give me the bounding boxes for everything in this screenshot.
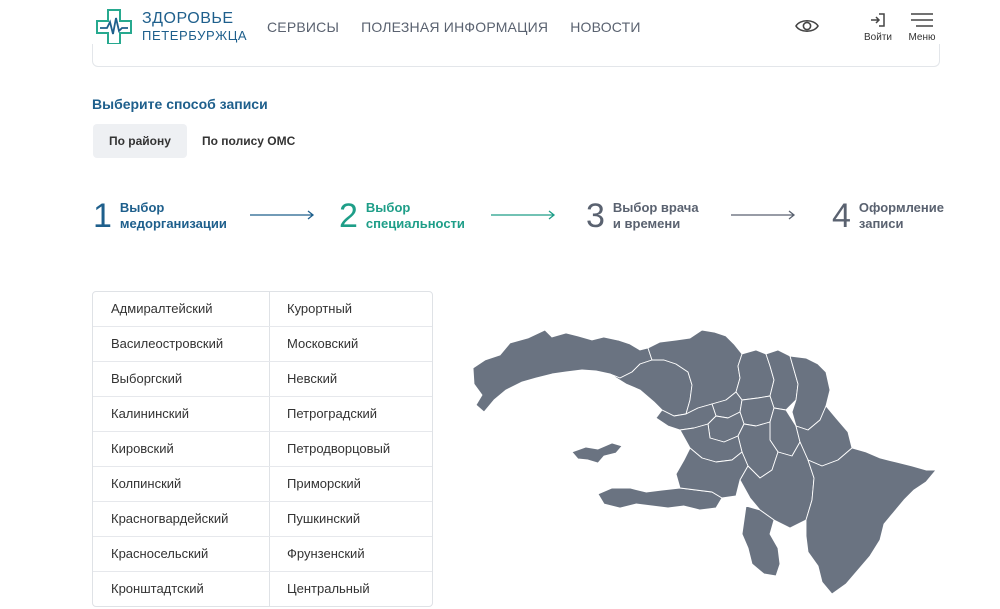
district-map[interactable] [470, 324, 940, 594]
step-label-line1: Выбор [119, 200, 165, 215]
step-label-line1: Оформление [858, 200, 944, 215]
step-1: 1 Выбор медорганизации [93, 198, 227, 234]
district-column-left: Адмиралтейский Василеостровский Выборгск… [93, 292, 270, 606]
district-kalininsky[interactable]: Калининский [93, 397, 269, 432]
arrow-right-icon [731, 210, 796, 220]
district-petrodvortsovy[interactable]: Петродворцовый [269, 432, 432, 467]
district-admiralteysky[interactable]: Адмиралтейский [93, 292, 269, 327]
login-label: Войти [864, 32, 892, 43]
map-district-kurortny[interactable] [472, 329, 653, 413]
arrow-right-icon [250, 210, 315, 220]
mode-by-district-button[interactable]: По району [93, 124, 187, 158]
map-district-tsentralny[interactable] [739, 395, 775, 427]
menu-icon [904, 12, 940, 28]
step-label-line1: Выбор [365, 200, 411, 215]
map-district-kronshtadtsky[interactable] [571, 442, 623, 464]
medical-cross-icon [96, 9, 132, 45]
step-2: 2 Выбор специальности [339, 198, 465, 234]
district-column-right: Курортный Московский Невский Петроградск… [269, 292, 432, 606]
site-logo[interactable]: ЗДОРОВЬЕ ПЕТЕРБУРЖЦА [96, 9, 247, 45]
district-list: Адмиралтейский Василеостровский Выборгск… [92, 291, 433, 607]
step-number: 2 [339, 197, 358, 235]
district-krasnogvardeysky[interactable]: Красногвардейский [93, 502, 269, 537]
login-button[interactable]: Войти [862, 12, 894, 43]
step-number: 1 [93, 197, 112, 235]
district-nevsky[interactable]: Невский [269, 362, 432, 397]
step-label-line2: записи [858, 216, 904, 231]
eye-icon[interactable] [795, 16, 819, 36]
step-label-line2: и времени [612, 216, 681, 231]
step-3: 3 Выбор врача и времени [586, 198, 699, 234]
top-card-edge [92, 44, 940, 67]
district-petrogradsky[interactable]: Петроградский [269, 397, 432, 432]
logo-line1: ЗДОРОВЬЕ [142, 10, 234, 27]
logo-text: ЗДОРОВЬЕ ПЕТЕРБУРЖЦА [142, 10, 247, 44]
district-vyborgsky[interactable]: Выборгский [93, 362, 269, 397]
step-number: 3 [586, 197, 605, 235]
district-primorsky[interactable]: Приморский [269, 467, 432, 502]
login-icon [862, 12, 894, 28]
step-label-line2: медорганизации [119, 216, 227, 231]
district-pushkinsky[interactable]: Пушкинский [269, 502, 432, 537]
booking-method-title: Выберите способ записи [92, 96, 268, 112]
district-vasileostrovsky[interactable]: Василеостровский [93, 327, 269, 362]
step-label: Выбор специальности [366, 200, 465, 232]
mode-by-oms-button[interactable]: По полису ОМС [186, 124, 311, 158]
district-kolpinsky[interactable]: Колпинский [93, 467, 269, 502]
district-kronshtadtsky[interactable]: Кронштадтский [93, 572, 269, 606]
main-nav: СЕРВИСЫ ПОЛЕЗНАЯ ИНФОРМАЦИЯ НОВОСТИ [267, 19, 663, 35]
district-kirovsky[interactable]: Кировский [93, 432, 269, 467]
district-kurortny[interactable]: Курортный [269, 292, 432, 327]
step-label: Оформление записи [859, 200, 944, 232]
menu-label: Меню [908, 32, 936, 43]
map-district-kolpinsky[interactable] [805, 447, 937, 594]
district-tsentralny[interactable]: Центральный [269, 572, 432, 606]
district-krasnoselsky[interactable]: Красносельский [93, 537, 269, 572]
nav-useful-info[interactable]: ПОЛЕЗНАЯ ИНФОРМАЦИЯ [361, 19, 548, 35]
step-number: 4 [832, 197, 851, 235]
step-label: Выбор медорганизации [120, 200, 227, 232]
step-4: 4 Оформление записи [832, 198, 944, 234]
step-label-line1: Выбор врача [612, 200, 699, 215]
district-moskovsky[interactable]: Московский [269, 327, 432, 362]
district-frunzensky[interactable]: Фрунзенский [269, 537, 432, 572]
arrow-right-icon [491, 210, 556, 220]
step-label: Выбор врача и времени [613, 200, 699, 232]
nav-services[interactable]: СЕРВИСЫ [267, 19, 339, 35]
menu-button[interactable]: Меню [904, 12, 940, 43]
step-label-line2: специальности [365, 216, 465, 231]
logo-line2: ПЕТЕРБУРЖЦА [142, 28, 248, 43]
nav-news[interactable]: НОВОСТИ [570, 19, 640, 35]
